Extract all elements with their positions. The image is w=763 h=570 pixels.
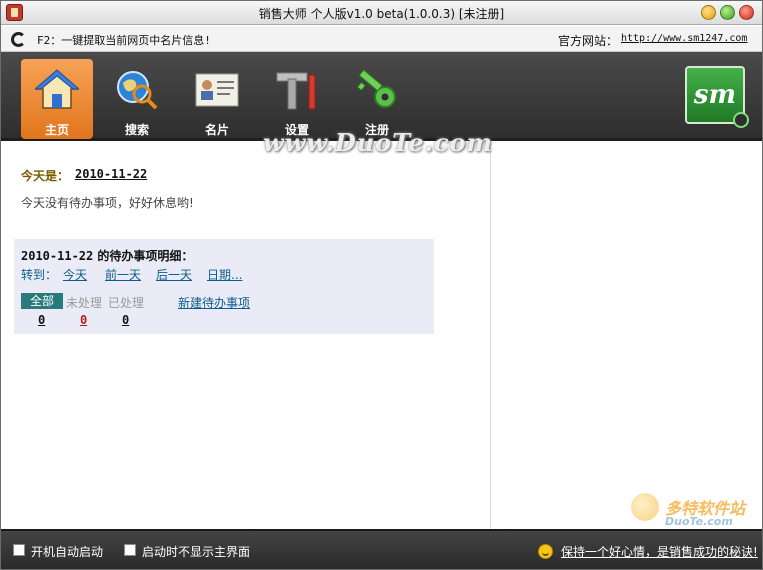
hide-on-start-label[interactable]: 启动时不显示主界面 [142,543,250,560]
today-date-link[interactable]: 2010-11-22 [75,167,147,181]
toolbar-settings-button[interactable]: 设置 [261,59,333,139]
loading-spinner-icon [11,32,26,47]
todo-detail-panel: 2010-11-22 的待办事项明细： 转到： 今天 前一天 后一天 日期...… [14,239,434,334]
app-window: 销售大师 个人版v1.0 beta(1.0.0.3) [未注册] F2：一键提取… [0,0,763,570]
goto-today-link[interactable]: 今天 [63,266,87,283]
toolbar-card-button[interactable]: 名片 [181,59,253,139]
toolbar-home-button[interactable]: 主页 [21,59,93,139]
goto-date-link[interactable]: 日期... [207,266,242,283]
hide-on-start-checkbox[interactable] [124,544,136,556]
close-button[interactable] [739,5,754,20]
autostart-checkbox[interactable] [13,544,25,556]
new-todo-link[interactable]: 新建待办事项 [178,294,250,311]
toolbar-home-label: 主页 [44,123,69,137]
official-site-label: 官方网站： [558,34,619,48]
corner-watermark-line2: DuoTe.com [665,515,733,528]
todo-panel-title-suffix: 的待办事项明细： [93,249,194,263]
todo-panel-date: 2010-11-22 [21,249,94,263]
filter-pending-tab[interactable]: 未处理 [66,294,102,311]
status-bar: 开机自动启动 启动时不显示主界面 保持一个好心情，是销售成功的秘诀! [1,529,762,569]
side-panel [490,144,762,529]
goto-label: 转到： [21,268,58,282]
sun-logo-icon [631,493,659,521]
duote-watermark: www.DuoTe.com [263,128,493,157]
count-all[interactable]: 0 [38,313,45,327]
count-done[interactable]: 0 [122,313,129,327]
smiley-icon [538,544,553,559]
hint-bar: F2：一键提取当前网页中名片信息! 官方网站： http://www.sm124… [1,26,762,52]
toolbar-register-button[interactable]: 注册 [341,59,413,139]
official-site-link[interactable]: http://www.sm1247.com [621,33,747,44]
window-title: 销售大师 个人版v1.0 beta(1.0.0.3) [未注册] [258,7,505,21]
toolbar-search-label: 搜索 [124,123,149,137]
key-icon [356,69,396,108]
today-message: 今天没有待办事项，好好休息哟! [21,196,194,210]
todo-panel-title: 2010-11-22 的待办事项明细： [21,247,193,264]
toolbar-search-button[interactable]: 搜索 [101,59,173,139]
home-content: 今天是： 2010-11-22 今天没有待办事项，好好休息哟! 2010-11-… [1,144,490,529]
minimize-button[interactable] [701,5,716,20]
goto-next-day-link[interactable]: 后一天 [156,266,192,283]
business-card-icon [195,73,239,107]
title-bar: 销售大师 个人版v1.0 beta(1.0.0.3) [未注册] [1,1,762,25]
autostart-label[interactable]: 开机自动启动 [31,543,103,560]
duote-corner-watermark: 多特软件站 DuoTe.com [631,493,759,531]
maximize-button[interactable] [720,5,735,20]
sm-logo: sm [685,66,749,128]
motto-link[interactable]: 保持一个好心情，是销售成功的秘诀! [561,543,758,560]
filter-all-tab[interactable]: 全部 [21,293,63,309]
toolbar-card-label: 名片 [204,123,229,137]
count-pending[interactable]: 0 [80,313,87,327]
globe-search-icon [117,71,158,110]
hotkey-hint: F2：一键提取当前网页中名片信息! [37,34,211,47]
goto-prev-day-link[interactable]: 前一天 [105,266,141,283]
tools-icon [276,72,316,110]
today-label: 今天是： [21,169,70,183]
house-icon [35,69,79,109]
filter-done-tab[interactable]: 已处理 [108,294,144,311]
